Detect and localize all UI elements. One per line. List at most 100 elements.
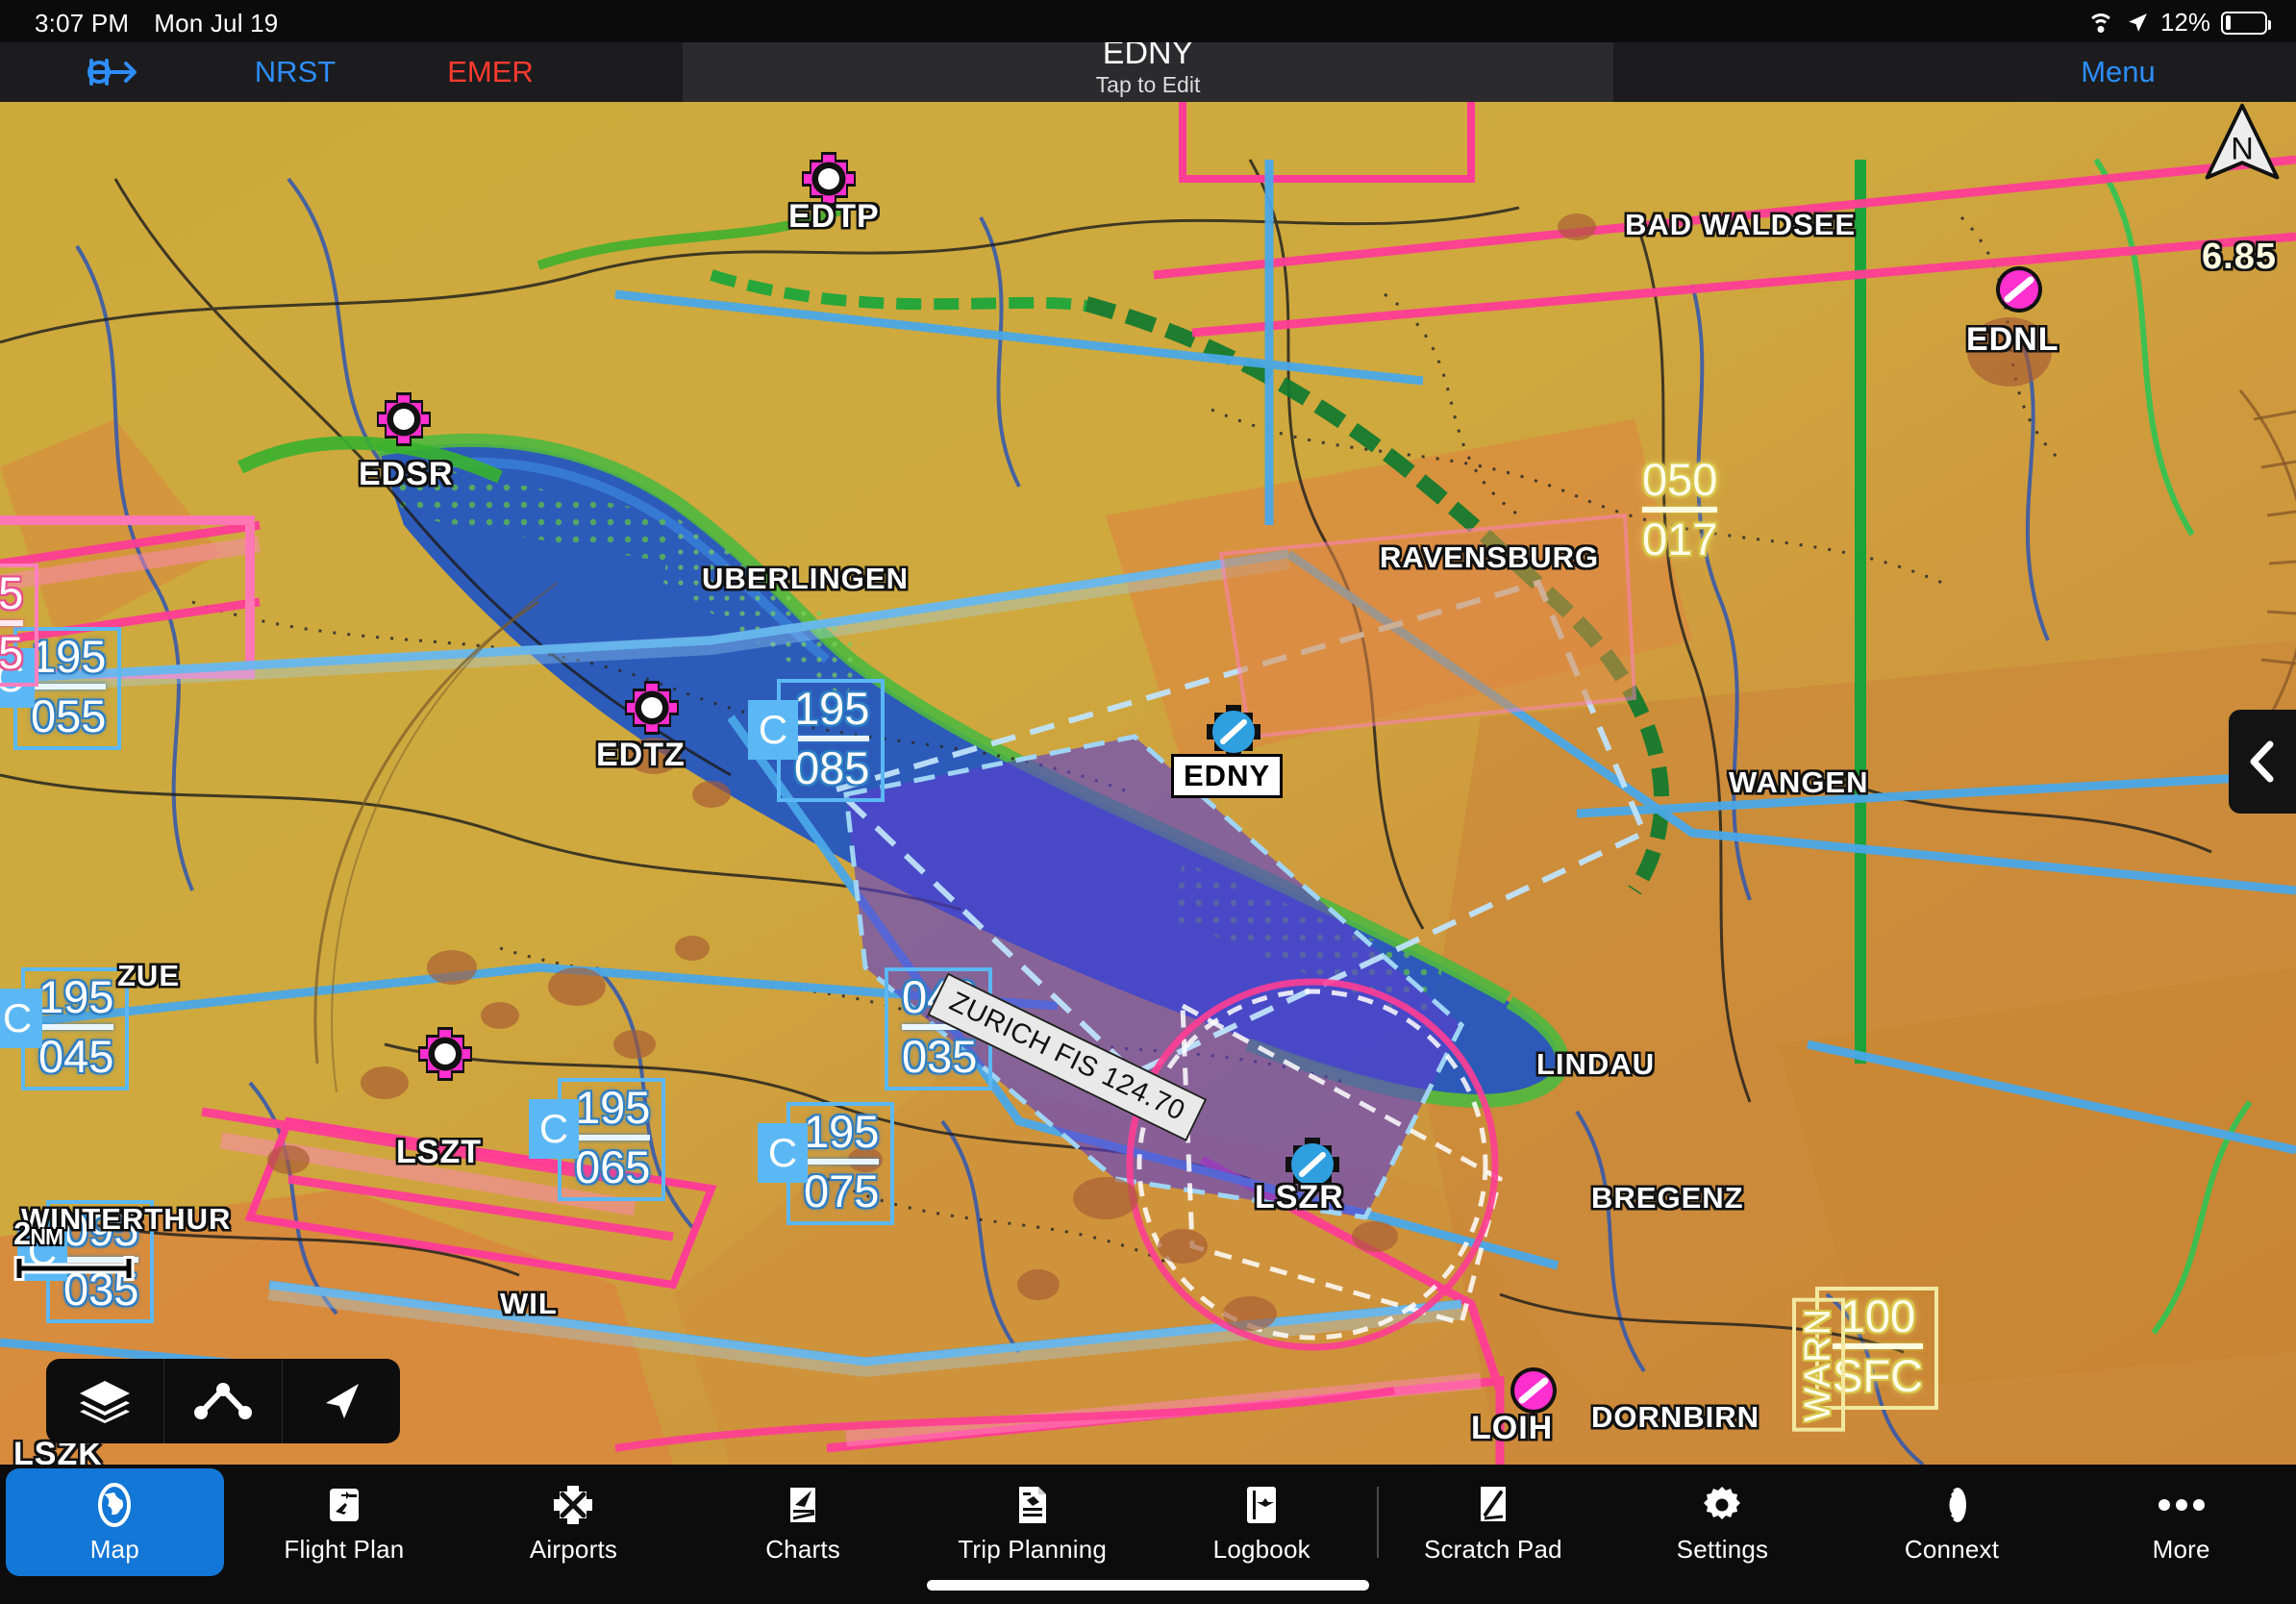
status-bar-left: 3:07 PM Mon Jul 19 bbox=[35, 9, 278, 38]
airport-symbol-edsr[interactable] bbox=[371, 387, 437, 457]
tab-label: Airports bbox=[529, 1534, 618, 1564]
status-bar-right: 12% bbox=[2086, 8, 2271, 38]
airspace-label[interactable]: C 195 045 bbox=[0, 967, 130, 1091]
connext-icon bbox=[1930, 1481, 1974, 1529]
airspace-lower-limit: 055 bbox=[31, 690, 107, 742]
map-layers-button[interactable] bbox=[46, 1359, 164, 1443]
tab-label: Trip Planning bbox=[958, 1534, 1108, 1564]
airspace-divider bbox=[38, 1024, 114, 1031]
airport-symbol-edtz[interactable] bbox=[619, 675, 685, 745]
home-indicator bbox=[927, 1580, 1369, 1591]
airport-label[interactable]: LSZT bbox=[396, 1134, 482, 1171]
direct-to-icon bbox=[87, 59, 137, 86]
airspace-divider bbox=[1642, 507, 1718, 514]
airspace-lower-limit: 35 bbox=[0, 627, 24, 679]
tab-trip-planning[interactable]: Trip Planning bbox=[917, 1472, 1147, 1572]
map-canvas[interactable]: C 195 055 C 195 085 C 195 045 C 195 065 C 195 075 … bbox=[0, 102, 2296, 1465]
charts-icon bbox=[782, 1481, 824, 1529]
menu-button[interactable]: Menu bbox=[2046, 42, 2190, 102]
nearest-label: NRST bbox=[254, 55, 337, 88]
gear-icon bbox=[1700, 1481, 1744, 1529]
edny-marker-label[interactable]: EDNY bbox=[1171, 754, 1284, 798]
airport-icon bbox=[625, 681, 679, 735]
tab-label: Charts bbox=[765, 1534, 840, 1564]
nearest-button[interactable]: NRST bbox=[233, 42, 358, 102]
airspace-warn-label: WARN bbox=[1792, 1298, 1845, 1432]
tab-map[interactable]: Map bbox=[0, 1468, 230, 1576]
airspace-upper-limit: 050 bbox=[1642, 454, 1718, 505]
tab-scratch-pad[interactable]: Scratch Pad bbox=[1379, 1472, 1609, 1572]
battery-percent-label: 12% bbox=[2159, 8, 2210, 37]
airspace-lower-limit: 075 bbox=[804, 1165, 880, 1217]
trip-planning-icon bbox=[1011, 1481, 1055, 1529]
airspace-altitude-box: 050 017 bbox=[1642, 454, 1718, 565]
airport-label[interactable]: EDTP bbox=[788, 198, 880, 236]
airspace-upper-limit: 195 bbox=[794, 683, 870, 734]
emergency-button[interactable]: EMER bbox=[423, 42, 558, 102]
airport-symbol-lszt[interactable] bbox=[412, 1021, 478, 1091]
tab-label: More bbox=[2152, 1534, 2210, 1564]
city-label: DORNBIRN bbox=[1591, 1400, 1760, 1434]
airspace-label[interactable]: C 195 065 bbox=[529, 1078, 666, 1202]
airspace-altitude-box: 5535 bbox=[0, 564, 39, 688]
city-label: BREGENZ bbox=[1591, 1181, 1744, 1215]
menu-label: Menu bbox=[2081, 55, 2156, 88]
city-label: BAD WALDSEE bbox=[1625, 208, 1857, 241]
tab-airports[interactable]: Airports bbox=[459, 1472, 688, 1572]
clock-date: Mon Jul 19 bbox=[154, 9, 279, 38]
tab-settings[interactable]: Settings bbox=[1608, 1472, 1837, 1572]
airport-label[interactable]: LOIH bbox=[1471, 1410, 1553, 1447]
edge-frequency-label: 6.85 bbox=[2202, 237, 2277, 277]
navigate-button[interactable] bbox=[283, 1359, 400, 1443]
airspace-lower-limit: 017 bbox=[1642, 514, 1718, 565]
city-label: WANGEN bbox=[1729, 765, 1869, 799]
map-scale-bar: 2NM bbox=[13, 1216, 148, 1291]
airport-icon bbox=[1996, 266, 2042, 313]
side-panel-toggle[interactable] bbox=[2229, 710, 2296, 814]
route-tool-button[interactable] bbox=[164, 1359, 283, 1443]
location-arrow-icon bbox=[2129, 13, 2147, 32]
airport-label[interactable]: EDSR bbox=[359, 456, 453, 493]
svg-text:N: N bbox=[2231, 130, 2254, 165]
airport-icon bbox=[550, 1481, 596, 1529]
direct-to-button[interactable] bbox=[60, 42, 165, 102]
active-waypoint-card[interactable]: EDNY Tap to Edit bbox=[683, 33, 1613, 102]
navaid-label: ZUE bbox=[117, 959, 180, 992]
airspace-label[interactable]: C 195 085 bbox=[748, 679, 886, 803]
navigation-arrow-icon bbox=[326, 1384, 359, 1418]
airspace-label[interactable]: 050 017 bbox=[1642, 454, 1718, 565]
airspace-label[interactable]: C 195 075 bbox=[758, 1102, 895, 1226]
map-controls bbox=[46, 1359, 400, 1443]
airport-label[interactable]: EDNL bbox=[1966, 321, 2059, 359]
tab-more[interactable]: More bbox=[2066, 1472, 2296, 1572]
airspace-upper-limit: 55 bbox=[0, 567, 24, 618]
ellipsis-icon bbox=[2157, 1481, 2207, 1529]
city-label: WIL bbox=[500, 1287, 558, 1320]
airspace-label[interactable]: WARN 100 SFC bbox=[1792, 1287, 1938, 1432]
map-graphics bbox=[0, 102, 2296, 1465]
north-indicator[interactable]: N bbox=[2196, 102, 2288, 192]
airport-label[interactable]: LSZR bbox=[1255, 1179, 1344, 1216]
tab-label: Scratch Pad bbox=[1423, 1534, 1562, 1564]
city-label: RAVENSBURG bbox=[1380, 540, 1600, 574]
scale-value: 2 bbox=[13, 1216, 31, 1251]
tab-logbook[interactable]: Logbook bbox=[1147, 1472, 1377, 1572]
tab-charts[interactable]: Charts bbox=[688, 1472, 918, 1572]
airport-label[interactable]: EDTZ bbox=[596, 737, 686, 774]
airspace-divider bbox=[31, 684, 107, 690]
tab-connext[interactable]: Connext bbox=[1837, 1472, 2067, 1572]
scratch-pad-icon bbox=[1473, 1481, 1513, 1529]
airport-icon bbox=[377, 392, 431, 446]
airport-icon bbox=[418, 1027, 472, 1081]
tab-label: Logbook bbox=[1212, 1534, 1310, 1564]
tab-flight-plan[interactable]: Flight Plan bbox=[230, 1472, 460, 1572]
layers-icon bbox=[80, 1381, 130, 1423]
airport-symbol-ednl[interactable] bbox=[1986, 257, 2052, 327]
airspace-upper-limit: 195 bbox=[38, 971, 114, 1022]
airspace-upper-limit: 195 bbox=[804, 1106, 880, 1157]
bottom-tab-bar: Map Flight Plan Airports Charts Trip Plannin… bbox=[0, 1465, 2296, 1604]
airspace-lower-limit: 035 bbox=[902, 1031, 978, 1083]
airspace-divider bbox=[804, 1159, 880, 1165]
status-bar: 3:07 PM Mon Jul 19 12% bbox=[0, 0, 2296, 42]
airspace-label[interactable]: 5535 bbox=[0, 564, 39, 688]
